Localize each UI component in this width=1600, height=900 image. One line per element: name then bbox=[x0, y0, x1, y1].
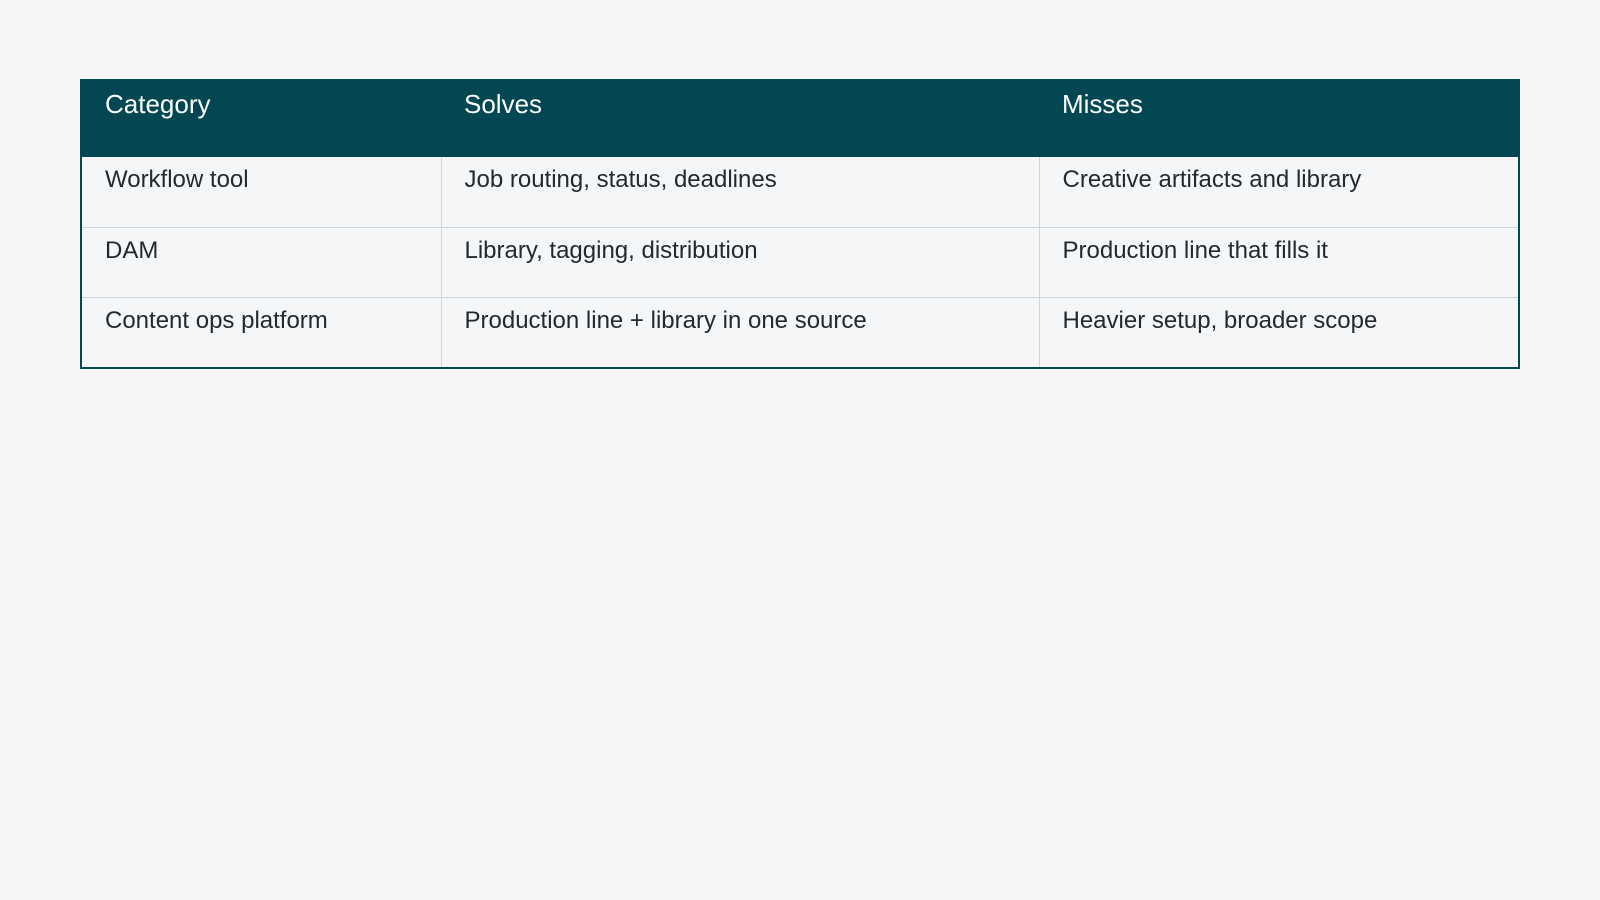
table-row: Workflow tool Job routing, status, deadl… bbox=[82, 157, 1518, 227]
cell-category: DAM bbox=[82, 226, 441, 297]
cell-misses: Production line that fills it bbox=[1038, 226, 1518, 297]
header-category: Category bbox=[82, 81, 441, 157]
table-row: DAM Library, tagging, distribution Produ… bbox=[82, 226, 1518, 297]
header-misses: Misses bbox=[1039, 81, 1518, 157]
header-solves: Solves bbox=[441, 81, 1039, 157]
header-row: Category Solves Misses bbox=[82, 81, 1518, 157]
page: Category Solves Misses Workflow tool Job… bbox=[0, 0, 1600, 900]
cell-category: Content ops platform bbox=[82, 296, 441, 367]
cell-category: Workflow tool bbox=[105, 166, 249, 193]
comparison-table-grid: Category Solves Misses Workflow tool Job… bbox=[82, 81, 1518, 367]
table-body: Workflow tool Job routing, status, deadl… bbox=[82, 157, 1518, 367]
cell-misses: Creative artifacts and library bbox=[1038, 157, 1518, 227]
comparison-table: Category Solves Misses Workflow tool Job… bbox=[80, 79, 1520, 369]
cell-misses: Heavier setup, broader scope bbox=[1038, 296, 1518, 367]
cell-solves: Job routing, status, deadlines bbox=[440, 157, 1039, 227]
cell-solves: Library, tagging, distribution bbox=[440, 226, 1039, 297]
table-row: Content ops platform Production line + l… bbox=[82, 296, 1518, 367]
cell-solves: Production line + library in one source bbox=[440, 296, 1039, 367]
table-header: Category Solves Misses bbox=[82, 81, 1518, 157]
